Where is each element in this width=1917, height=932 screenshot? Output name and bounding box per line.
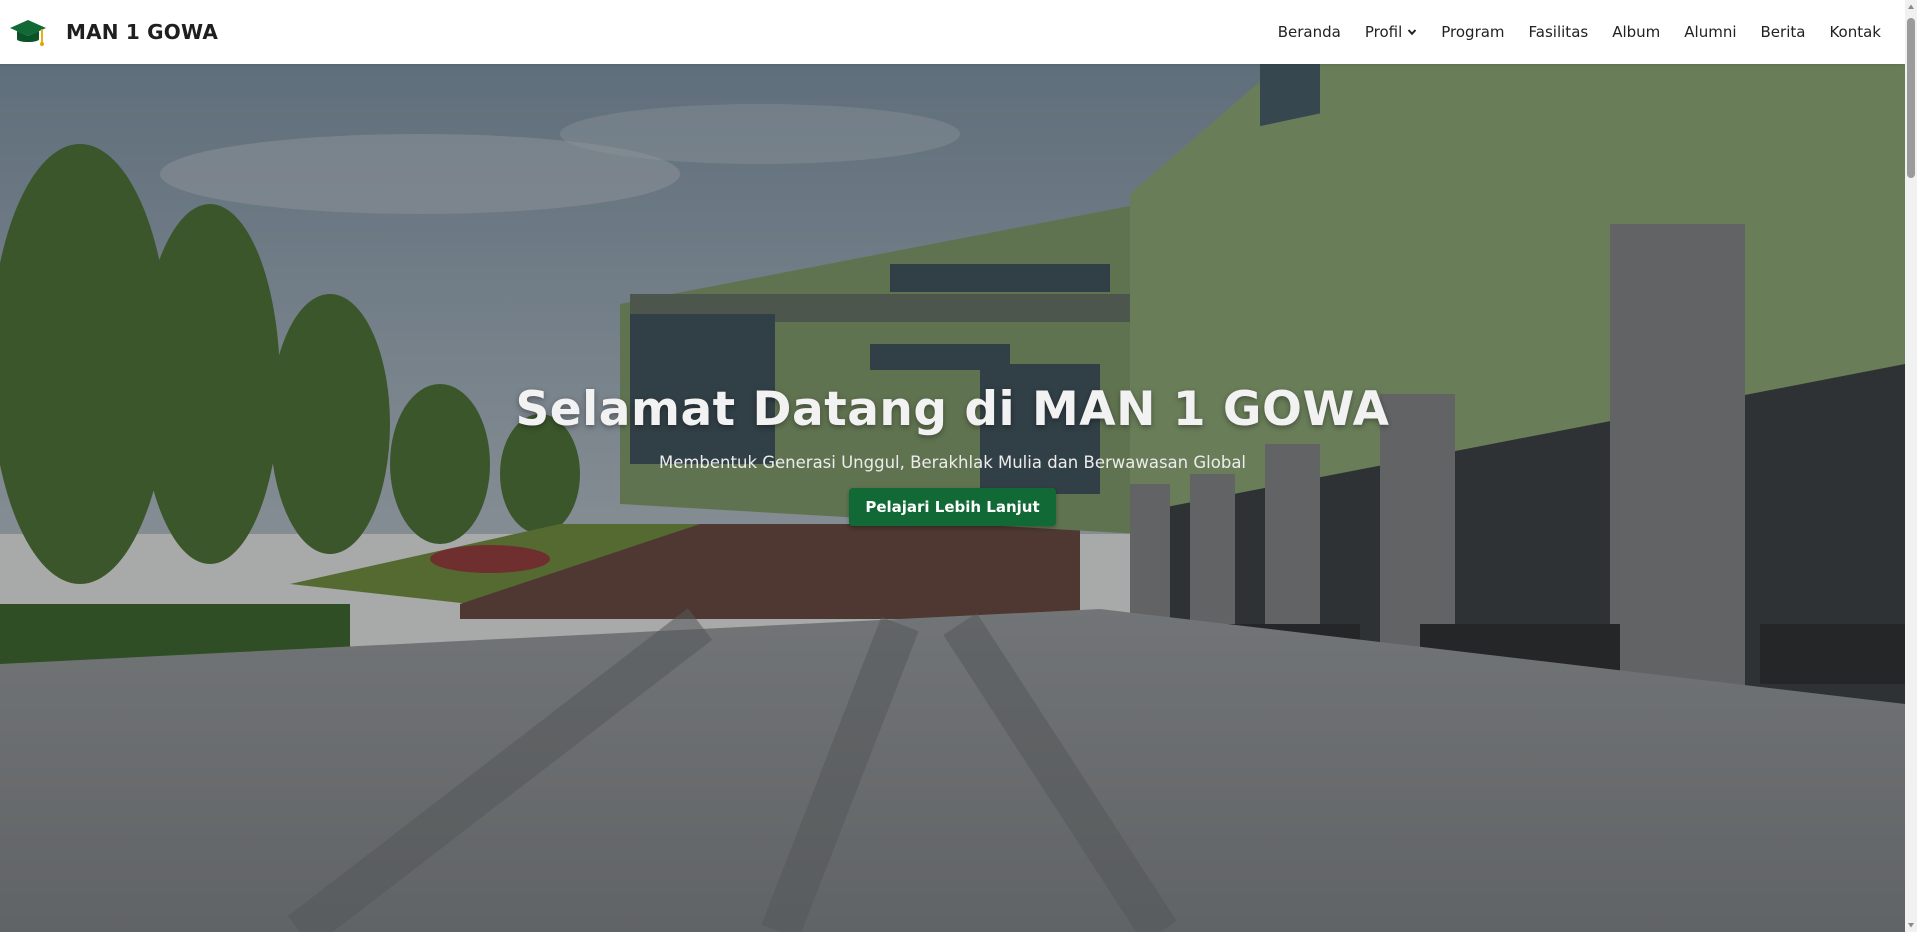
nav-item-berita[interactable]: Berita: [1761, 23, 1806, 41]
chevron-down-icon: [1408, 29, 1417, 36]
main-nav: Beranda Profil Program Fasilitas Album A…: [1278, 0, 1881, 64]
nav-item-alumni[interactable]: Alumni: [1684, 23, 1736, 41]
navbar: MAN 1 GOWA Beranda Profil Program Fasili…: [0, 0, 1905, 64]
hero-section: Selamat Datang di MAN 1 GOWA Membentuk G…: [0, 64, 1905, 932]
hero-content: Selamat Datang di MAN 1 GOWA Membentuk G…: [0, 382, 1905, 526]
page-scrollbar[interactable]: [1905, 0, 1917, 932]
brand[interactable]: MAN 1 GOWA: [10, 14, 218, 50]
scroll-down-arrow-icon[interactable]: [1907, 921, 1915, 929]
graduation-cap-icon: [10, 20, 46, 46]
scroll-up-arrow-icon[interactable]: [1907, 3, 1915, 11]
brand-name: MAN 1 GOWA: [66, 20, 219, 44]
scrollbar-thumb[interactable]: [1907, 18, 1915, 178]
hero-title: Selamat Datang di MAN 1 GOWA: [515, 382, 1390, 437]
learn-more-button[interactable]: Pelajari Lebih Lanjut: [849, 488, 1056, 526]
nav-item-album[interactable]: Album: [1612, 23, 1660, 41]
nav-item-fasilitas[interactable]: Fasilitas: [1529, 23, 1589, 41]
nav-item-program[interactable]: Program: [1441, 23, 1504, 41]
hero-subtitle: Membentuk Generasi Unggul, Berakhlak Mul…: [658, 453, 1247, 472]
nav-item-kontak[interactable]: Kontak: [1829, 23, 1881, 41]
nav-item-profil-label: Profil: [1364, 23, 1403, 41]
nav-item-profil[interactable]: Profil: [1365, 23, 1417, 41]
nav-item-beranda[interactable]: Beranda: [1278, 23, 1341, 41]
